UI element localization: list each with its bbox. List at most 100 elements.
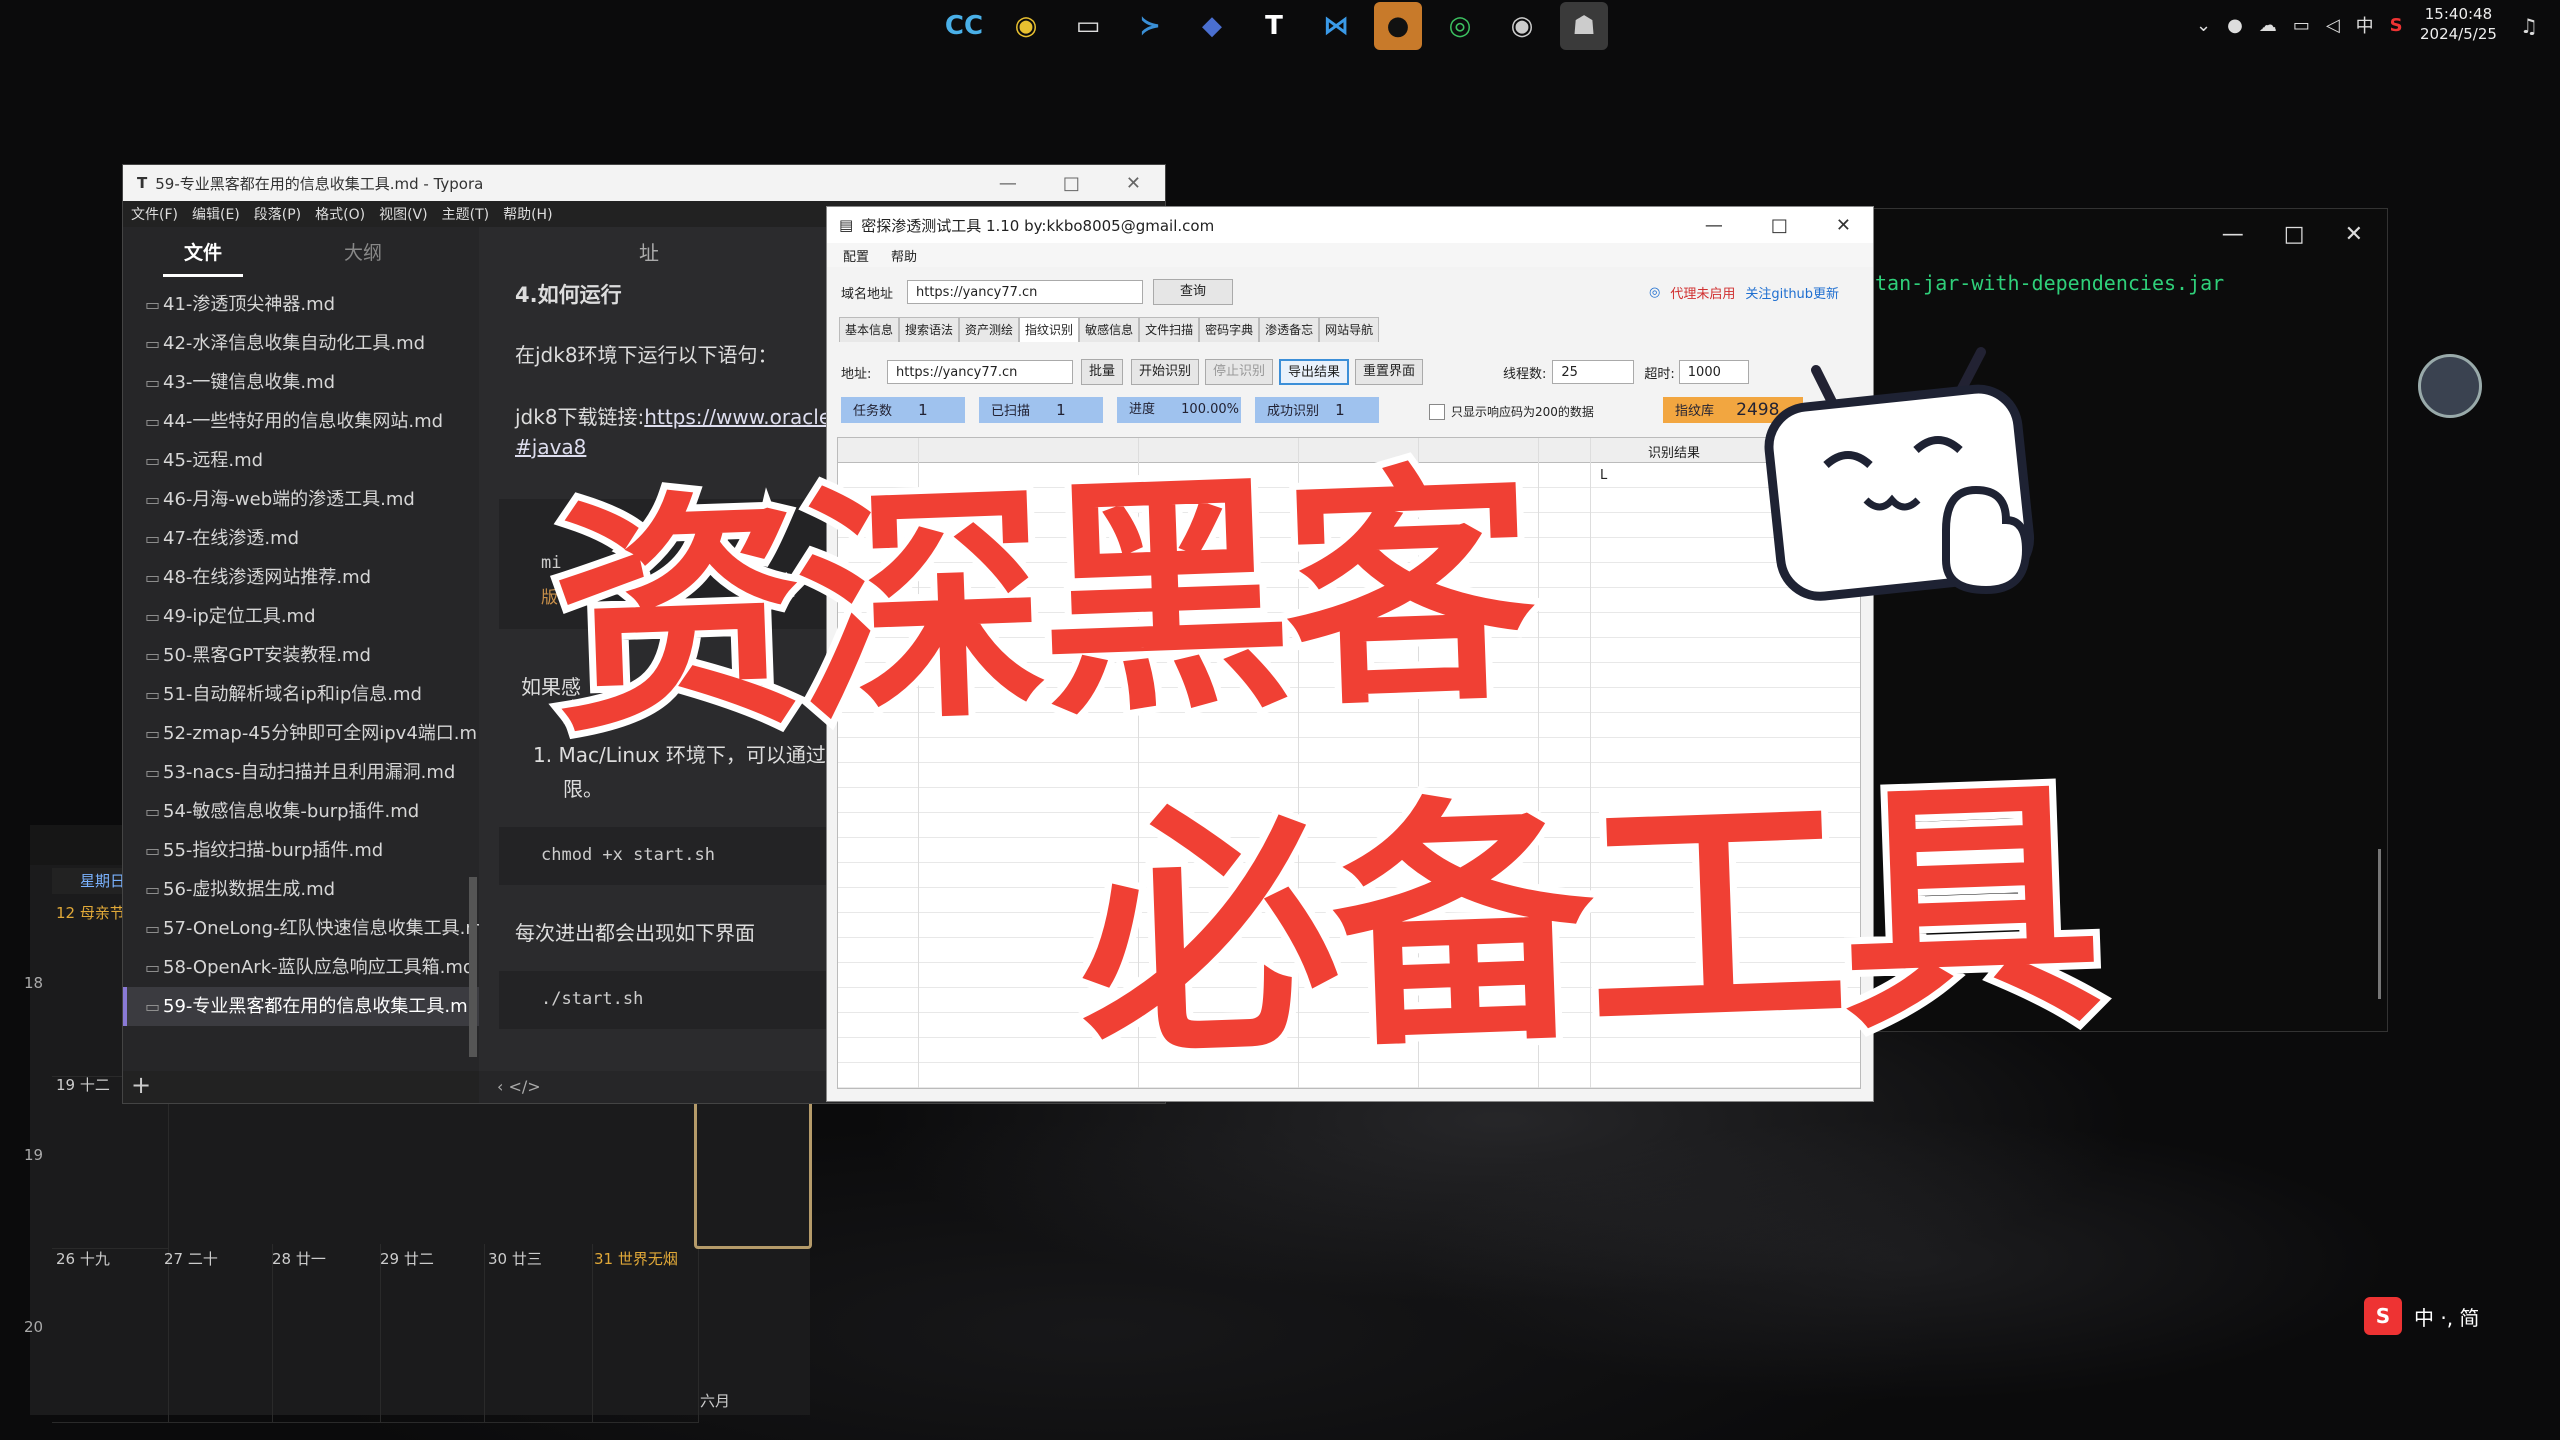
minimize-icon[interactable]: —	[1705, 215, 1723, 236]
close-icon[interactable]: ✕	[2345, 222, 2363, 247]
menu-item[interactable]: 格式(O)	[315, 204, 365, 224]
tool-tab[interactable]: 网站导航	[1319, 317, 1380, 342]
close-icon[interactable]: ✕	[1836, 215, 1851, 236]
app-icon[interactable]: ◆	[1188, 2, 1236, 50]
file-list-item[interactable]: 55-指纹扫描-burp插件.md	[123, 831, 479, 870]
tab-files[interactable]: 文件	[123, 238, 283, 277]
calendar-today-highlight	[694, 1095, 812, 1249]
proxy-status-link[interactable]: 代理未启用	[1670, 283, 1735, 302]
wechat-icon[interactable]: ◎	[1436, 2, 1484, 50]
file-list-item[interactable]: 50-黑客GPT安装教程.md	[123, 636, 479, 675]
code-line: chmod +x start.sh	[541, 845, 715, 865]
tool-tab[interactable]: 渗透备忘	[1259, 317, 1320, 342]
tool-tab[interactable]: 密码字典	[1199, 317, 1260, 342]
menu-item[interactable]: 帮助(H)	[503, 204, 552, 224]
calendar-day[interactable]: 30 廿三	[484, 1244, 593, 1423]
menu-item[interactable]: 视图(V)	[379, 204, 428, 224]
tool-tab[interactable]: 指纹识别	[1019, 317, 1080, 342]
sidebar-tabs: 文件 大纲	[123, 227, 479, 277]
typora-icon[interactable]: T	[1250, 2, 1298, 50]
ime-indicator[interactable]: 中	[2356, 12, 2374, 38]
clock[interactable]: 15:40:48 2024/5/25	[2420, 4, 2497, 44]
calendar-day[interactable]: 26 十九	[52, 1244, 169, 1423]
tool-tab[interactable]: 基本信息	[839, 317, 900, 342]
assistant-float-icon[interactable]	[2418, 354, 2482, 418]
start-button[interactable]: 开始识别	[1131, 359, 1199, 385]
file-list-item[interactable]: 48-在线渗透网站推荐.md	[123, 558, 479, 597]
domain-row: 域名地址 https://yancy77.cn 查询	[841, 279, 1233, 305]
calendar-day[interactable]: 27 二十	[160, 1244, 273, 1423]
file-list-item[interactable]: 45-远程.md	[123, 441, 479, 480]
chrome-icon[interactable]: ◉	[1002, 2, 1050, 50]
cloud-icon[interactable]: ☁	[2259, 15, 2277, 36]
clock-date: 2024/5/25	[2420, 25, 2497, 43]
file-list-item[interactable]: 53-nacs-自动扫描并且利用漏洞.md	[123, 753, 479, 792]
volume-icon[interactable]: ◁	[2326, 15, 2340, 36]
query-button[interactable]: 查询	[1153, 279, 1233, 305]
minimize-icon[interactable]: —	[2222, 222, 2244, 247]
tool-tab[interactable]: 资产测绘	[959, 317, 1020, 342]
calendar-day[interactable]: 28 廿一	[268, 1244, 381, 1423]
github-link[interactable]: 关注github更新	[1745, 283, 1839, 302]
file-list-item[interactable]: 59-专业黑客都在用的信息收集工具.m	[123, 987, 479, 1026]
tool-tab[interactable]: 文件扫描	[1139, 317, 1200, 342]
maximize-icon[interactable]: □	[1771, 215, 1788, 236]
minimize-icon[interactable]: —	[999, 173, 1017, 194]
tool-tab[interactable]: 敏感信息	[1079, 317, 1140, 342]
menu-item[interactable]: 段落(P)	[254, 204, 301, 224]
reset-button[interactable]: 重置界面	[1355, 359, 1423, 385]
vscode-icon[interactable]: ⋈	[1312, 2, 1360, 50]
file-list-item[interactable]: 57-OneLong-红队快速信息收集工具.md	[123, 909, 479, 948]
add-file-button[interactable]: +	[123, 1071, 487, 1103]
file-list-item[interactable]: 43-一键信息收集.md	[123, 363, 479, 402]
terminal-scrollbar[interactable]	[2378, 849, 2381, 999]
ime-toolbar[interactable]: S 中 ·, 简	[2364, 1296, 2479, 1336]
address-input[interactable]: https://yancy77.cn	[887, 360, 1073, 384]
domain-input[interactable]: https://yancy77.cn	[907, 280, 1143, 304]
menu-help[interactable]: 帮助	[891, 246, 917, 265]
file-list-item[interactable]: 54-敏感信息收集-burp插件.md	[123, 792, 479, 831]
file-list-item[interactable]: 46-月海-web端的渗透工具.md	[123, 480, 479, 519]
monitor-icon[interactable]: ▭	[2293, 15, 2310, 36]
qq-icon[interactable]: ●	[1374, 2, 1422, 50]
calendar-day[interactable]: 29 廿二	[376, 1244, 485, 1423]
file-list-item[interactable]: 56-虚拟数据生成.md	[123, 870, 479, 909]
record-icon[interactable]: ◉	[1498, 2, 1546, 50]
threads-select[interactable]: 25	[1552, 360, 1635, 384]
export-button[interactable]: 导出结果	[1279, 359, 1349, 385]
tab-outline[interactable]: 大纲	[283, 238, 443, 265]
maximize-icon[interactable]: □	[1063, 173, 1080, 194]
terminal-icon[interactable]: ▭	[1064, 2, 1112, 50]
sogou-icon[interactable]: S	[2390, 15, 2403, 36]
menu-item[interactable]: 文件(F)	[131, 204, 178, 224]
clock-time: 15:40:48	[2424, 5, 2493, 23]
stop-button[interactable]: 停止识别	[1205, 359, 1273, 385]
notification-icon[interactable]: ♫	[2520, 14, 2538, 38]
file-list-item[interactable]: 44-一些特好用的信息收集网站.md	[123, 402, 479, 441]
tool-tab[interactable]: 搜索语法	[899, 317, 960, 342]
sidebar-scrollbar[interactable]	[469, 877, 477, 1057]
calendar-day[interactable]: 31 世界无烟	[590, 1244, 699, 1423]
menu-item[interactable]: 编辑(E)	[192, 204, 240, 224]
tool-tabs: 基本信息 搜索语法 资产测绘 指纹识别 敏感信息 文件扫描 密码字典 渗透备忘 网站导航	[839, 317, 1380, 342]
microphone-icon[interactable]: ●	[2227, 15, 2243, 36]
timeout-select[interactable]: 1000	[1678, 360, 1749, 384]
file-list-item[interactable]: 47-在线渗透.md	[123, 519, 479, 558]
close-icon[interactable]: ✕	[1126, 173, 1141, 194]
calendar-hour: 18	[24, 974, 44, 992]
cc-app-icon[interactable]: CC	[940, 2, 988, 50]
file-list-item[interactable]: 41-渗透顶尖神器.md	[123, 285, 479, 324]
user-app-icon[interactable]: ☗	[1560, 2, 1608, 50]
menu-item[interactable]: 主题(T)	[442, 204, 489, 224]
batch-button[interactable]: 批量	[1081, 359, 1123, 385]
maximize-icon[interactable]: □	[2284, 222, 2305, 247]
menu-config[interactable]: 配置	[843, 246, 869, 265]
file-list-item[interactable]: 49-ip定位工具.md	[123, 597, 479, 636]
chevron-up-icon[interactable]: ⌄	[2196, 15, 2211, 36]
file-list-item[interactable]: 42-水泽信息收集自动化工具.md	[123, 324, 479, 363]
file-list-item[interactable]: 51-自动解析域名ip和ip信息.md	[123, 675, 479, 714]
taskbar: CC ◉ ▭ ≻ ◆ T ⋈ ● ◎ ◉ ☗ ⌄ ● ☁ ▭ ◁ 中 S 15:40:48 2024…	[0, 0, 2560, 52]
file-list-item[interactable]: 52-zmap-45分钟即可全网ipv4端口.m	[123, 714, 479, 753]
file-list-item[interactable]: 58-OpenArk-蓝队应急响应工具箱.md	[123, 948, 479, 987]
powershell-icon[interactable]: ≻	[1126, 2, 1174, 50]
